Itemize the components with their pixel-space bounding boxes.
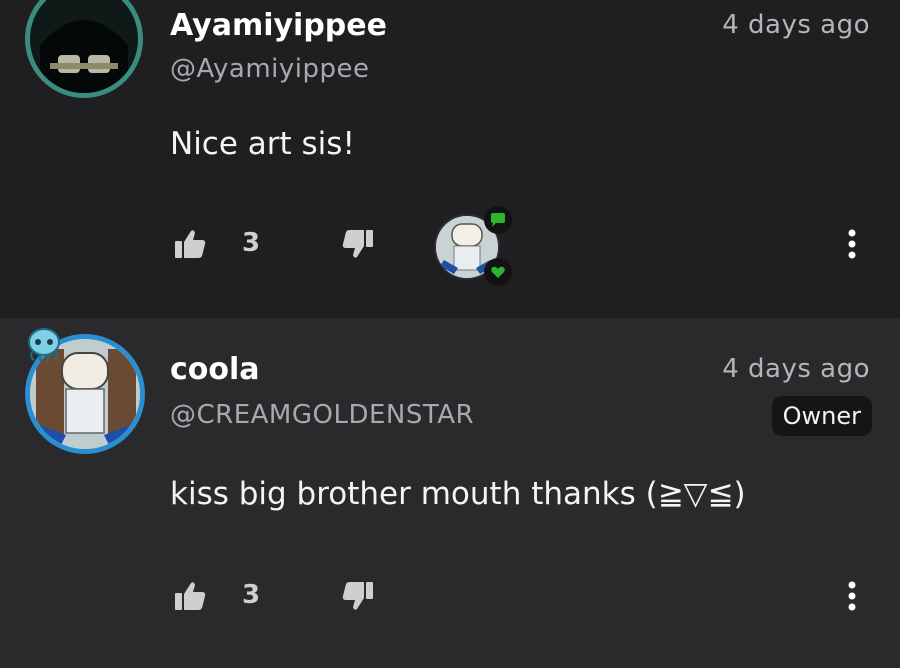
like-button[interactable] [170,576,210,616]
like-count: 3 [242,228,261,258]
user-avatar[interactable] [25,0,143,98]
heart-badge [484,258,512,286]
more-options-button[interactable] [834,224,870,264]
user-display-name[interactable]: Ayamiyippee [170,8,387,43]
comment-actions: 3 [170,224,870,264]
more-options-button[interactable] [834,576,870,616]
avatar-decoration-icon [28,328,60,362]
comment-timestamp: 4 days ago [722,10,870,40]
comment-text: kiss big brother mouth thanks (≧▽≦) [170,476,746,512]
avatar-image [30,0,138,93]
dislike-button[interactable] [338,224,378,264]
speech-bubble-icon [491,213,505,227]
more-vertical-icon [848,581,856,611]
dislike-button[interactable] [338,576,378,616]
comment-actions: 3 [170,576,870,616]
reply-badge [484,206,512,234]
user-display-name[interactable]: coola [170,352,260,387]
user-handle[interactable]: @CREAMGOLDENSTAR [170,400,474,430]
heart-icon [491,266,505,278]
thumbs-down-icon [342,582,373,610]
owner-badge: Owner [771,396,872,436]
comment-item: Ayamiyippee @Ayamiyippee 4 days ago Nice… [0,0,900,318]
comment-item: coola @CREAMGOLDENSTAR 4 days ago Owner … [0,318,900,668]
like-button[interactable] [170,224,210,264]
comment-text: Nice art sis! [170,126,355,162]
like-count: 3 [242,580,261,610]
thumbs-down-icon [342,230,373,258]
comment-timestamp: 4 days ago [722,354,870,384]
thumbs-up-icon [175,582,206,610]
thumbs-up-icon [175,230,206,258]
user-handle[interactable]: @Ayamiyippee [170,54,370,84]
creator-reply-indicator[interactable] [434,206,512,286]
more-vertical-icon [848,229,856,259]
